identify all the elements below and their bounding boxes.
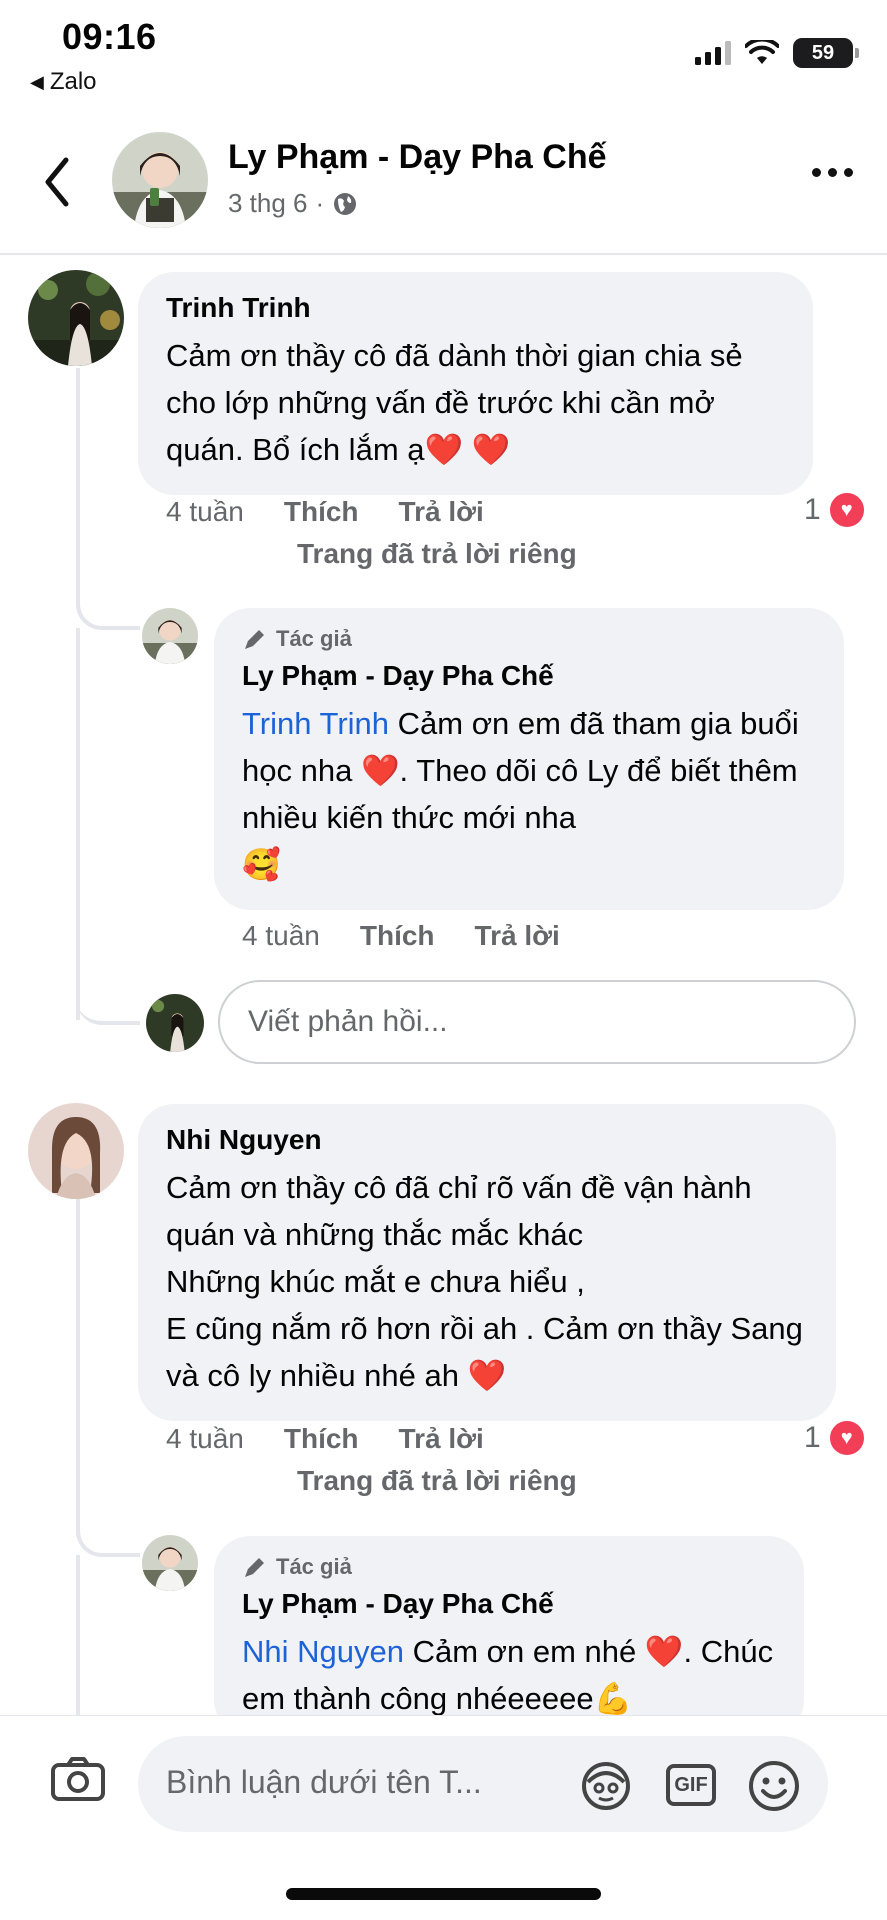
author-badge: Tác giả — [242, 1554, 776, 1580]
private-reply-note[interactable]: Trang đã trả lời riêng — [297, 538, 577, 570]
post-date: 3 thg 6 — [228, 188, 308, 218]
reply-bubble[interactable]: Tác giả Ly Phạm - Dạy Pha Chế Nhi Nguyen… — [214, 1536, 804, 1736]
comment-author[interactable]: Nhi Nguyen — [166, 1124, 808, 1156]
comment-time: 4 tuần — [166, 496, 244, 527]
emoji-icon[interactable] — [746, 1758, 802, 1814]
reply-text: Nhi Nguyen Cảm ơn em nhé ❤️. Chúc em thà… — [242, 1628, 776, 1722]
back-app-label: Zalo — [49, 68, 97, 95]
reply-button[interactable]: Trả lời — [399, 496, 484, 528]
heart-emoji: ❤️ — [644, 1634, 684, 1669]
page-title[interactable]: Ly Phạm - Dạy Pha Chế — [228, 138, 607, 177]
reply-author[interactable]: Ly Phạm - Dạy Pha Chế — [242, 660, 816, 692]
heart-reaction-icon: ♥ — [826, 490, 867, 530]
comment-text: Cảm ơn thầy cô đã chỉ rõ vấn đề vận hành… — [166, 1164, 808, 1399]
reply-author[interactable]: Ly Phạm - Dạy Pha Chế — [242, 1588, 776, 1620]
page-avatar[interactable] — [112, 132, 208, 228]
thread-line — [76, 368, 140, 630]
status-indicators: 59 — [695, 38, 859, 68]
status-time: 09:16 — [62, 16, 157, 57]
globe-icon — [334, 192, 357, 215]
battery-icon: 59 — [793, 38, 859, 68]
back-to-app-link[interactable]: ◀ Zalo — [30, 68, 97, 96]
separator: · — [315, 188, 325, 218]
reaction-summary[interactable]: 1 ♥ — [804, 490, 867, 530]
author-badge-label: Tác giả — [276, 1554, 352, 1579]
back-arrow-icon[interactable] — [38, 152, 78, 212]
reply-body: Cảm ơn em nhé — [403, 1634, 645, 1669]
thread-line — [76, 628, 80, 1020]
reply-bubble[interactable]: Tác giả Ly Phạm - Dạy Pha Chế Trinh Trin… — [214, 608, 844, 910]
current-user-avatar — [146, 994, 204, 1052]
like-button[interactable]: Thích — [284, 496, 359, 528]
author-badge-label: Tác giả — [276, 626, 352, 651]
commenter-avatar[interactable] — [28, 1103, 124, 1199]
reply-actions: 4 tuần Thích Trả lời — [242, 920, 560, 952]
heart-emoji: ❤️ — [467, 1358, 507, 1393]
home-indicator — [286, 1888, 601, 1900]
comment-input[interactable]: Bình luận dưới tên T... GIF — [138, 1736, 828, 1832]
pencil-icon — [245, 1558, 264, 1577]
wifi-icon — [745, 40, 779, 64]
reaction-count: 1 — [804, 493, 821, 526]
thread-line — [76, 1195, 140, 1557]
comment-input-placeholder: Bình luận dưới tên T... — [166, 1764, 482, 1800]
comment-line: Cảm ơn thầy cô đã chỉ rõ vấn đề vận hành… — [166, 1170, 752, 1252]
comment-actions: 4 tuần Thích Trả lời — [166, 496, 484, 528]
author-avatar[interactable] — [142, 1535, 198, 1591]
heart-emoji: ❤️ — [360, 753, 400, 788]
comment-bubble[interactable]: Trinh Trinh Cảm ơn thầy cô đã dành thời … — [138, 272, 813, 495]
heart-emoji: ❤️ ❤️ — [424, 432, 511, 467]
thread-line — [76, 1555, 80, 1715]
avatar-sticker-icon[interactable] — [578, 1758, 634, 1814]
post-header: Ly Phạm - Dạy Pha Chế 3 thg 6 · — [0, 110, 887, 255]
reply-text: Trinh Trinh Cảm ơn em đã tham gia buổi h… — [242, 700, 816, 888]
author-badge: Tác giả — [242, 626, 816, 652]
more-options-icon[interactable] — [812, 168, 853, 177]
mentioned-user-link[interactable]: Trinh Trinh — [242, 706, 389, 741]
author-avatar[interactable] — [142, 608, 198, 664]
private-reply-note[interactable]: Trang đã trả lời riêng — [297, 1465, 577, 1497]
like-button[interactable]: Thích — [284, 1423, 359, 1455]
flexed-bicep-emoji: 💪 — [593, 1681, 633, 1716]
comment-time: 4 tuần — [166, 1423, 244, 1454]
comment-text: Cảm ơn thầy cô đã dành thời gian chia sẻ… — [166, 332, 785, 473]
back-triangle-icon: ◀ — [30, 71, 44, 92]
comment-bubble[interactable]: Nhi Nguyen Cảm ơn thầy cô đã chỉ rõ vấn … — [138, 1104, 836, 1421]
reply-button[interactable]: Trả lời — [475, 920, 560, 952]
commenter-avatar[interactable] — [28, 270, 124, 366]
reply-time: 4 tuần — [242, 920, 320, 951]
reply-input[interactable]: Viết phản hồi... — [218, 980, 856, 1064]
reaction-count: 1 — [804, 1421, 821, 1454]
smile-hearts-emoji: 🥰 — [242, 847, 281, 882]
signal-icon — [695, 41, 731, 65]
like-button[interactable]: Thích — [360, 920, 435, 952]
reaction-summary[interactable]: 1 ♥ — [804, 1418, 867, 1458]
thread-line — [76, 980, 140, 1025]
comment-line: Những khúc mắt e chưa hiểu , — [166, 1264, 585, 1299]
comment-actions: 4 tuần Thích Trả lời — [166, 1423, 484, 1455]
reply-button[interactable]: Trả lời — [399, 1423, 484, 1455]
mentioned-user-link[interactable]: Nhi Nguyen — [242, 1634, 404, 1669]
pencil-icon — [245, 630, 264, 649]
gif-icon[interactable]: GIF — [666, 1764, 716, 1806]
status-bar: 09:16 ◀ Zalo 59 — [0, 0, 887, 110]
camera-icon[interactable] — [50, 1756, 106, 1802]
post-meta: 3 thg 6 · — [228, 188, 358, 219]
comment-author[interactable]: Trinh Trinh — [166, 292, 785, 324]
heart-reaction-icon: ♥ — [826, 1418, 867, 1458]
